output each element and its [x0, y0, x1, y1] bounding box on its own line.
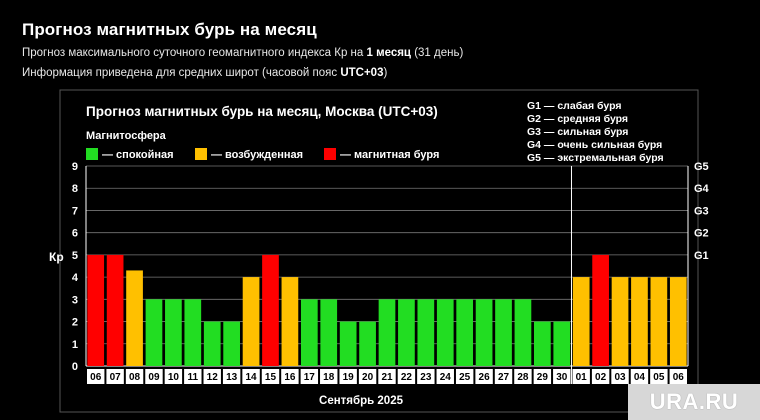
watermark-logo: URA.RU — [628, 384, 760, 420]
bar-20 — [359, 321, 376, 366]
bar-03 — [611, 277, 629, 366]
x-tick-label: 29 — [537, 372, 549, 383]
legend-title: Магнитосфера — [86, 130, 167, 142]
x-tick-label: 08 — [129, 372, 141, 383]
g-legend-item: G4 — очень сильная буря — [527, 139, 662, 151]
x-tick-label: 22 — [401, 372, 413, 383]
y-tick-label: 6 — [72, 228, 78, 240]
bar-12 — [203, 321, 221, 366]
bar-25 — [456, 299, 474, 366]
bar-15 — [262, 254, 279, 366]
bar-02 — [592, 254, 609, 366]
bar-17 — [300, 299, 318, 366]
legend-label-storm: — магнитная буря — [340, 149, 439, 161]
x-tick-label: 12 — [207, 372, 219, 383]
x-tick-label: 13 — [226, 372, 238, 383]
x-tick-label: 09 — [148, 372, 160, 383]
bar-21 — [378, 299, 396, 366]
bar-26 — [475, 299, 493, 366]
y-tick-label: 8 — [72, 183, 78, 195]
x-tick-label: 19 — [343, 372, 355, 383]
bar-22 — [398, 299, 415, 366]
x-tick-label: 28 — [517, 372, 529, 383]
y-tick-label: 7 — [72, 205, 78, 217]
bar-23 — [417, 299, 435, 366]
x-tick-label: 17 — [304, 372, 316, 383]
x-tick-label: 03 — [614, 372, 626, 383]
g-axis-label: G3 — [694, 205, 709, 217]
bar-24 — [436, 299, 454, 366]
bar-01 — [572, 277, 590, 366]
g-legend-item: G1 — слабая буря — [527, 100, 622, 112]
x-axis-label: Сентябрь 2025 — [319, 395, 404, 407]
x-tick-label: 06 — [90, 372, 102, 383]
bar-16 — [281, 277, 299, 366]
g-axis-label: G5 — [694, 161, 709, 173]
x-tick-label: 01 — [576, 372, 588, 383]
x-tick-label: 02 — [595, 372, 607, 383]
x-tick-label: 18 — [323, 372, 335, 383]
bar-30 — [553, 321, 571, 366]
g-axis-label: G4 — [694, 183, 710, 195]
x-tick-label: 10 — [168, 372, 180, 383]
g-legend-item: G5 — экстремальная буря — [527, 152, 664, 164]
y-tick-label: 1 — [72, 339, 78, 351]
g-axis-label: G2 — [694, 228, 709, 240]
x-tick-label: 25 — [459, 372, 471, 383]
g-legend-item: G3 — сильная буря — [527, 126, 628, 138]
bar-09 — [145, 299, 163, 366]
g-legend-item: G2 — средняя буря — [527, 113, 628, 125]
bar-10 — [165, 299, 182, 366]
x-tick-label: 07 — [110, 372, 122, 383]
legend-swatch-excited — [195, 148, 207, 160]
bar-14 — [242, 277, 260, 366]
x-tick-label: 11 — [188, 372, 199, 383]
bar-06 — [87, 254, 105, 366]
x-tick-label: 20 — [362, 372, 374, 383]
x-tick-label: 21 — [381, 372, 393, 383]
bar-19 — [339, 321, 357, 366]
y-tick-label: 5 — [72, 250, 78, 262]
watermark-text: URA.RU — [649, 389, 739, 414]
x-tick-label: 05 — [653, 372, 665, 383]
x-tick-label: 16 — [284, 372, 296, 383]
bar-27 — [495, 299, 512, 366]
chart-title: Прогноз магнитных бурь на месяц, Москва … — [86, 104, 438, 119]
x-tick-label: 04 — [634, 372, 646, 383]
x-tick-label: 27 — [498, 372, 510, 383]
y-tick-label: 9 — [72, 161, 78, 173]
y-tick-label: 0 — [72, 361, 78, 373]
bar-06 — [669, 277, 687, 366]
bar-05 — [650, 277, 668, 366]
x-tick-label: 14 — [246, 372, 258, 383]
x-tick-label: 15 — [265, 372, 277, 383]
y-axis-label: Кр — [49, 250, 64, 264]
kp-forecast-chart: Прогноз магнитных бурь на месяц, Москва … — [49, 89, 710, 413]
legend-label-excited: — возбужденная — [211, 149, 303, 161]
bar-28 — [514, 299, 532, 366]
legend-swatch-storm — [324, 148, 336, 160]
y-tick-label: 3 — [72, 294, 78, 306]
y-tick-label: 2 — [72, 317, 78, 329]
g-axis-label: G1 — [694, 250, 709, 262]
x-tick-label: 26 — [479, 372, 491, 383]
x-tick-label: 24 — [440, 372, 452, 383]
bar-18 — [320, 299, 338, 366]
bar-13 — [223, 321, 240, 366]
legend-swatch-calm — [86, 148, 98, 160]
bar-04 — [631, 277, 648, 366]
legend-label-calm: — спокойная — [102, 149, 174, 161]
bar-29 — [534, 321, 551, 366]
x-tick-label: 23 — [420, 372, 432, 383]
bar-11 — [184, 299, 202, 366]
x-tick-label: 30 — [556, 372, 568, 383]
bar-07 — [106, 254, 124, 366]
x-tick-label: 06 — [673, 372, 685, 383]
bar-08 — [126, 270, 143, 366]
y-tick-label: 4 — [72, 272, 79, 284]
